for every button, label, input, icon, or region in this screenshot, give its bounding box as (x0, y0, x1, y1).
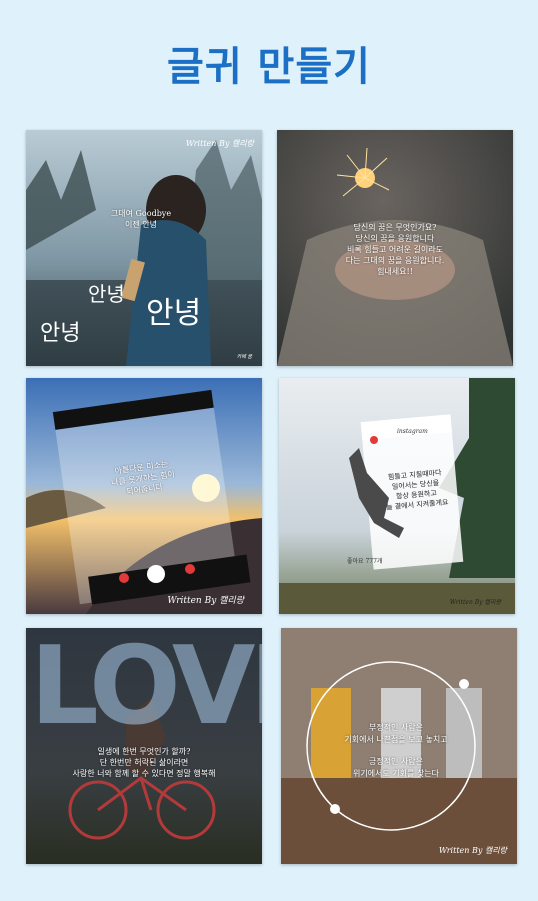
hello-text-2: 안녕 (146, 296, 202, 331)
sample-card-goodbye[interactable]: Written By 캘리랑 그대여 Goodbye 이젠 안녕 안녕 안녕 안… (26, 130, 262, 366)
corner-mark: 카페 꿈 (236, 354, 252, 360)
sample-card-cheer[interactable]: instagram 힘들고 지칠때마다 일어서는 당신을 항상 응원하고 늘 곁… (279, 378, 515, 614)
sample-card-smile[interactable]: 아름다운 미소는 나를 웃게하는 힘이 되어줍니다 Written By 캘리랑 (26, 378, 262, 614)
page-title: 글귀 만들기 (167, 44, 371, 90)
positive-text: 긍정적인 사람은 위기에서도 기회를 찾는다 (352, 757, 440, 778)
sample-card-love[interactable]: LOVE 일생에 한번 무엇인가 할까? 단 한번만 허락된 삶이라면 사랑한 … (26, 628, 262, 864)
watermark: Written By 캘리랑 (167, 596, 244, 606)
quote-text: 일생에 한번 무엇인가 할까? 단 한번만 허락된 삶이라면 사랑한 너와 함께… (72, 747, 216, 778)
sample-card-doors[interactable]: 부정적인 사람은 기회에서 나쁜점을 보고 놓치고 긍정적인 사람은 위기에서도… (281, 628, 517, 864)
sample-card-dream[interactable]: 당신의 꿈은 무엇인가요? 당신의 꿈을 응원합니다 비록 힘들고 어려운 길이… (277, 130, 513, 366)
caption-text: 그대여 Goodbye 이젠 안녕 (110, 209, 172, 229)
hello-text-1: 안녕 (88, 282, 125, 306)
watermark: Written By 캘리랑 (449, 599, 501, 606)
hello-text-3: 안녕 (40, 321, 81, 346)
card-background (26, 378, 262, 614)
watermark: Written By 캘리랑 (438, 846, 507, 855)
quote-text: 힘들고 지칠때마다 일어서는 당신을 항상 응원하고 늘 곁에서 지켜줄게요 (385, 468, 449, 512)
username: instagram (397, 428, 428, 435)
quote-text: 당신의 꿈은 무엇인가요? 당신의 꿈을 응원합니다 비록 힘들고 어려운 길이… (345, 223, 445, 276)
negative-text: 부정적인 사람은 기회에서 나쁜점을 보고 놓치고 (344, 723, 448, 744)
likes-count: 좋아요 777개 (347, 558, 383, 565)
watermark: Written By 캘리랑 (185, 139, 254, 148)
love-word: LOVE (30, 628, 262, 749)
card-background (281, 628, 517, 864)
